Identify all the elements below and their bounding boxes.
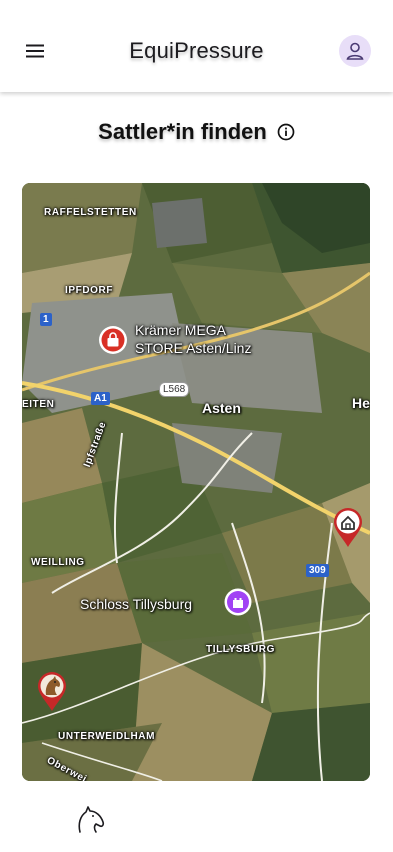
poi-castle-label: Schloss Tillysburg [80, 596, 193, 612]
poi-shop-label: Krämer MEGA STORE Asten/Linz [135, 321, 251, 357]
road-shield-a1: A1 [91, 392, 110, 405]
home-location-marker[interactable] [332, 506, 364, 553]
road-shield-l568: L568 [159, 382, 190, 397]
profile-button[interactable] [339, 35, 371, 67]
road-shield-1: 1 [40, 313, 52, 326]
person-icon [346, 42, 364, 60]
road-shield-309: 309 [306, 564, 329, 577]
place-label-eiten: EITEN [22, 399, 55, 410]
shopping-bag-icon [99, 326, 127, 354]
horse-pin-icon [38, 672, 66, 711]
page-heading: Sattler*in finden [0, 117, 393, 147]
page-title: Sattler*in finden [98, 119, 267, 144]
place-label-tillysburg: TILLYSBURG [206, 644, 275, 655]
app-bar: EquiPressure [0, 0, 393, 92]
home-pin-icon [334, 508, 362, 547]
poi-shop-marker[interactable] [97, 324, 129, 361]
poi-shop-label-line2: STORE Asten/Linz [135, 340, 252, 356]
place-label-weilling: WEILLING [31, 557, 85, 568]
info-icon[interactable] [277, 123, 295, 141]
poi-shop-label-line1: Krämer MEGA [135, 322, 227, 338]
app-title: EquiPressure [129, 38, 264, 63]
saddler-location-marker[interactable] [36, 670, 68, 717]
castle-icon [224, 588, 252, 616]
place-label-asten: Asten [202, 400, 241, 416]
map-imagery [22, 183, 370, 781]
place-label-he: He [352, 395, 370, 411]
place-label-ipfdorf: IPFDORF [65, 285, 114, 296]
satellite-map[interactable]: RAFFELSTETTEN IPFDORF EITEN He Asten WEI… [22, 183, 370, 781]
poi-castle-marker[interactable] [223, 587, 253, 622]
place-label-unterweidlham: UNTERWEIDLHAM [58, 731, 156, 742]
horse-head-icon [74, 802, 108, 836]
place-label-raffelstetten: RAFFELSTETTEN [44, 207, 137, 218]
